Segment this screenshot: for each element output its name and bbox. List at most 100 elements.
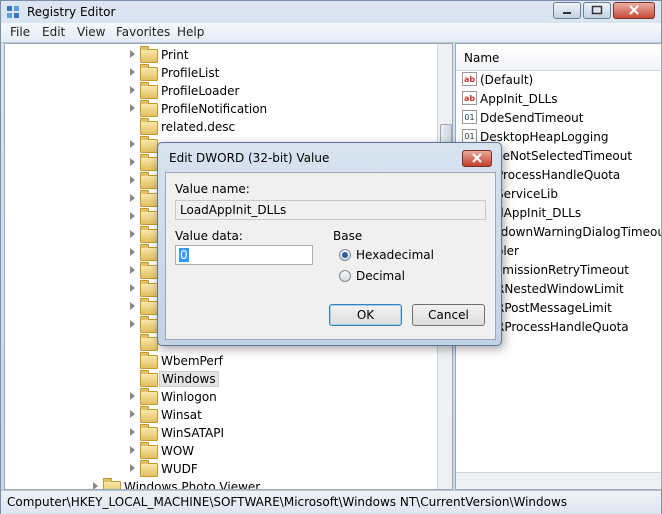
value-name-field[interactable]: LoadAppInit_DLLs	[175, 200, 486, 220]
window-title: Registry Editor	[27, 5, 116, 19]
value-item-label: dAppInit_DLLs	[496, 206, 582, 220]
maximize-button[interactable]	[583, 2, 611, 19]
close-icon	[472, 153, 482, 163]
edit-dword-dialog: Edit DWORD (32-bit) Value Value name: Lo…	[157, 142, 502, 346]
value-item-label: RNestedWindowLimit	[496, 282, 624, 296]
value-item-label: DdeSendTimeout	[480, 111, 584, 125]
expand-arrow-icon[interactable]	[130, 446, 135, 454]
string-value-icon: ab	[462, 91, 477, 105]
value-item-label: ServiceLib	[496, 187, 558, 201]
value-item-label: ProcessHandleQuota	[496, 168, 621, 182]
expand-arrow-icon[interactable]	[130, 248, 135, 256]
menu-edit[interactable]: Edit	[42, 25, 65, 39]
decimal-label[interactable]: Decimal	[356, 269, 405, 283]
folder-icon	[140, 226, 158, 243]
expand-arrow-icon[interactable]	[130, 104, 135, 112]
registry-editor-window: Registry Editor File Edit View Favorites…	[0, 0, 662, 514]
value-item-label: ceNotSelectedTimeout	[496, 149, 633, 163]
close-button[interactable]	[613, 2, 655, 19]
menu-favorites[interactable]: Favorites	[116, 25, 170, 39]
hexadecimal-radio[interactable]	[339, 249, 351, 261]
expand-arrow-icon[interactable]	[130, 194, 135, 202]
minimize-button[interactable]	[553, 2, 581, 19]
value-data-text: 0	[179, 248, 189, 262]
folder-icon	[140, 424, 158, 441]
column-header-name[interactable]: Name	[456, 44, 661, 71]
tree-item-label: WOW	[161, 444, 195, 458]
expand-arrow-icon[interactable]	[130, 140, 135, 148]
expand-arrow-icon[interactable]	[130, 68, 135, 76]
hexadecimal-label[interactable]: Hexadecimal	[356, 248, 434, 262]
column-header-label: Name	[464, 51, 500, 65]
value-item-label: smissionRetryTimeout	[496, 263, 630, 277]
folder-icon	[140, 406, 158, 423]
value-name-text: LoadAppInit_DLLs	[180, 203, 287, 217]
ok-button[interactable]: OK	[329, 304, 402, 326]
folder-icon	[140, 154, 158, 171]
dialog-close-button[interactable]	[462, 150, 492, 167]
value-item-label: RProcessHandleQuota	[496, 320, 629, 334]
tree-item-label: WbemPerf	[161, 354, 223, 368]
tree-item-label: ProfileNotification	[161, 102, 268, 116]
expand-arrow-icon[interactable]	[130, 302, 135, 310]
expand-arrow-icon[interactable]	[130, 464, 135, 472]
folder-icon	[140, 208, 158, 225]
folder-icon	[140, 460, 158, 477]
base-label: Base	[333, 229, 363, 243]
tree-item-label: WinSATAPI	[161, 426, 225, 440]
expand-arrow-icon[interactable]	[93, 482, 98, 489]
cancel-button[interactable]: Cancel	[412, 304, 485, 326]
tree-item-label: Winsat	[161, 408, 202, 422]
dialog-body: Value name: LoadAppInit_DLLs Value data:…	[165, 172, 496, 340]
value-data-label: Value data:	[175, 229, 243, 243]
expand-arrow-icon[interactable]	[130, 212, 135, 220]
status-bar: Computer\HKEY_LOCAL_MACHINE\SOFTWARE\Mic…	[1, 490, 661, 514]
values-horizontal-scrollbar[interactable]	[456, 472, 661, 489]
folder-icon	[140, 244, 158, 261]
folder-icon	[140, 82, 158, 99]
folder-icon	[140, 46, 158, 63]
close-icon	[629, 5, 639, 15]
tree-item-label: Windows Photo Viewer	[124, 480, 261, 490]
folder-icon	[140, 100, 158, 117]
tree-item-label: related.desc	[161, 120, 236, 134]
expand-arrow-icon[interactable]	[130, 428, 135, 436]
expand-arrow-icon[interactable]	[130, 392, 135, 400]
value-data-input[interactable]: 0	[175, 245, 313, 265]
tree-item-label: Print	[161, 48, 189, 62]
tree-item-label: Windows	[159, 371, 219, 387]
tree-item-label: Winlogon	[161, 390, 217, 404]
expand-arrow-icon[interactable]	[130, 320, 135, 328]
folder-icon	[140, 262, 158, 279]
folder-icon	[140, 64, 158, 81]
expand-arrow-icon[interactable]	[130, 50, 135, 58]
value-name-label: Value name:	[175, 182, 250, 196]
folder-icon	[140, 298, 158, 315]
folder-icon	[140, 190, 158, 207]
menu-help[interactable]: Help	[177, 25, 204, 39]
value-item-label: (Default)	[480, 73, 534, 87]
expand-arrow-icon[interactable]	[130, 410, 135, 418]
folder-icon	[140, 334, 158, 351]
folder-icon	[140, 172, 158, 189]
expand-arrow-icon[interactable]	[130, 266, 135, 274]
expand-arrow-icon[interactable]	[130, 158, 135, 166]
expand-arrow-icon[interactable]	[130, 284, 135, 292]
menu-file[interactable]: File	[10, 25, 30, 39]
expand-arrow-icon[interactable]	[130, 176, 135, 184]
value-item-label: RPostMessageLimit	[496, 301, 612, 315]
tree-item-label: ProfileList	[161, 66, 220, 80]
dword-value-icon: 01	[462, 110, 477, 124]
title-bar[interactable]: Registry Editor	[1, 1, 661, 23]
dialog-title: Edit DWORD (32-bit) Value	[169, 151, 330, 165]
dword-value-icon: 01	[462, 129, 477, 143]
tree-item-label: ProfileLoader	[161, 84, 240, 98]
expand-arrow-icon[interactable]	[130, 230, 135, 238]
maximize-icon	[591, 5, 603, 15]
menu-bar: File Edit View Favorites Help	[1, 23, 661, 43]
decimal-radio[interactable]	[339, 270, 351, 282]
caption-buttons	[553, 2, 655, 19]
menu-view[interactable]: View	[77, 25, 105, 39]
expand-arrow-icon[interactable]	[130, 86, 135, 94]
folder-icon	[140, 442, 158, 459]
